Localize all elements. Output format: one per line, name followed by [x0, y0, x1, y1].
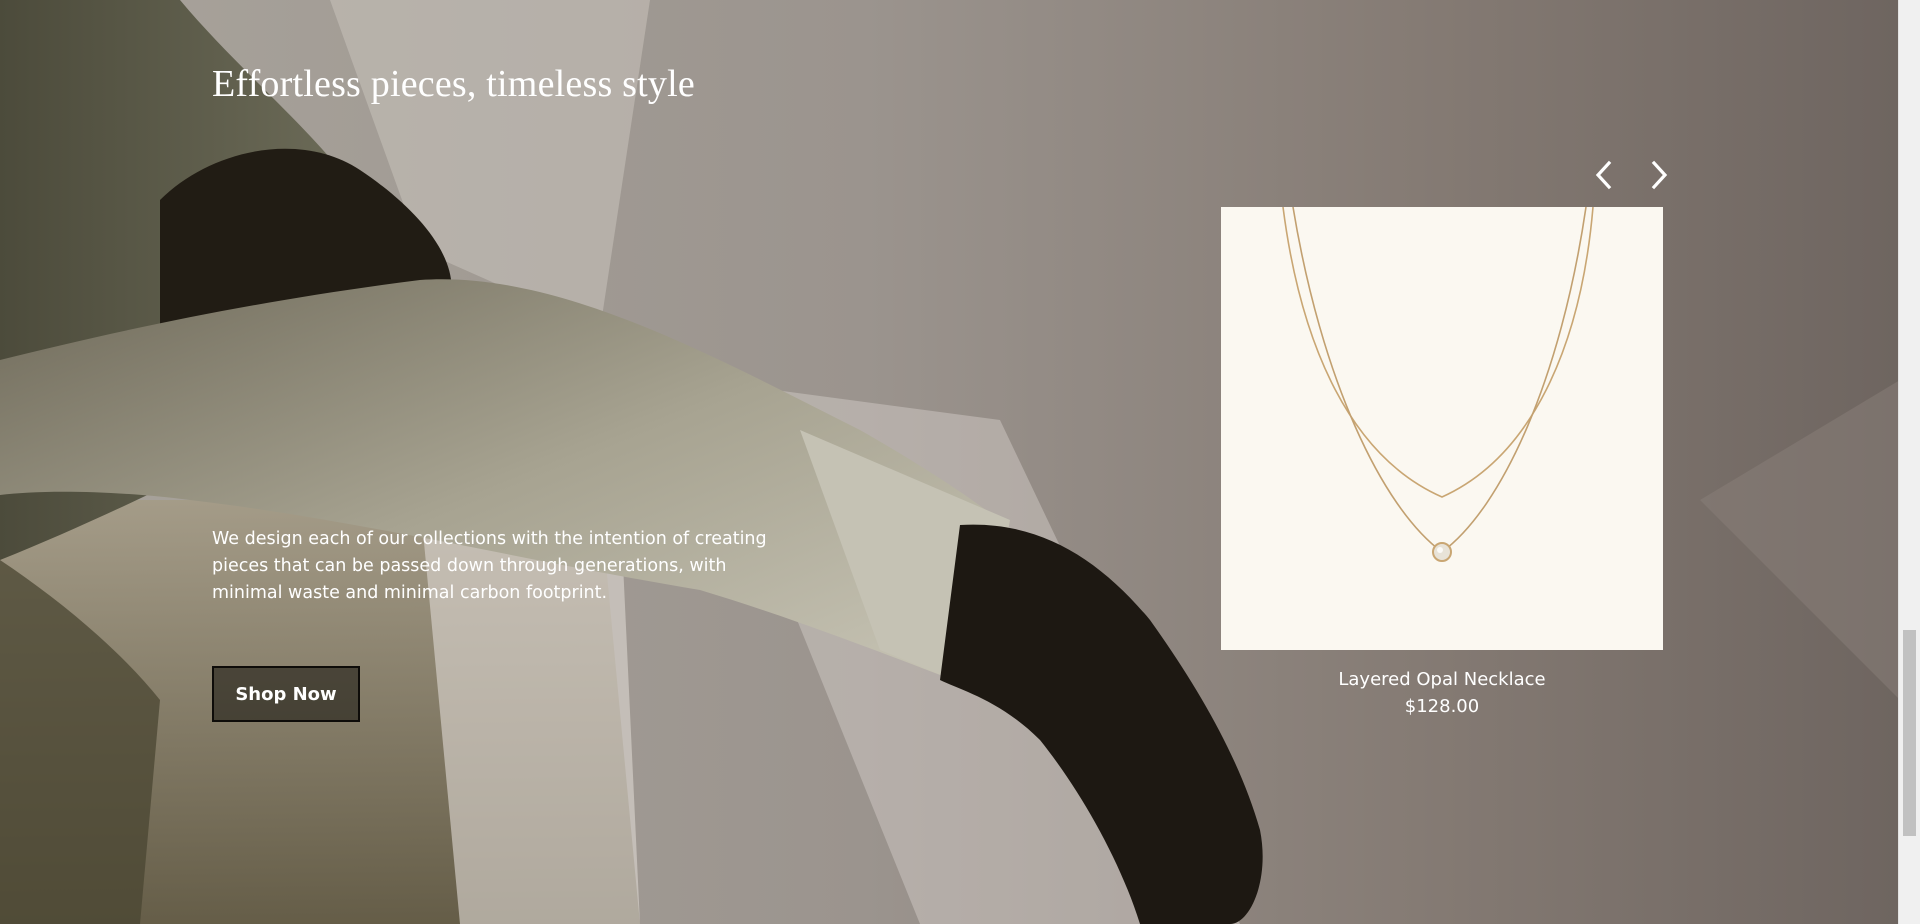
shop-now-button[interactable]: Shop Now [212, 666, 360, 722]
product-image[interactable] [1221, 207, 1663, 650]
scrollbar-thumb[interactable] [1903, 630, 1916, 836]
chevron-right-icon [1651, 160, 1668, 190]
product-card[interactable]: Layered Opal Necklace $128.00 [1221, 207, 1663, 720]
hero-section: Effortless pieces, timeless style We des… [0, 0, 1920, 924]
hero-description: We design each of our collections with t… [212, 529, 767, 603]
hero-title: Effortless pieces, timeless style [212, 63, 695, 105]
product-name[interactable]: Layered Opal Necklace [1221, 666, 1663, 693]
carousel-next-button[interactable] [1642, 158, 1676, 192]
chevron-left-icon [1595, 160, 1612, 190]
carousel-prev-button[interactable] [1587, 158, 1621, 192]
product-price: $128.00 [1404, 696, 1480, 717]
page-scrollbar[interactable] [1898, 0, 1920, 924]
